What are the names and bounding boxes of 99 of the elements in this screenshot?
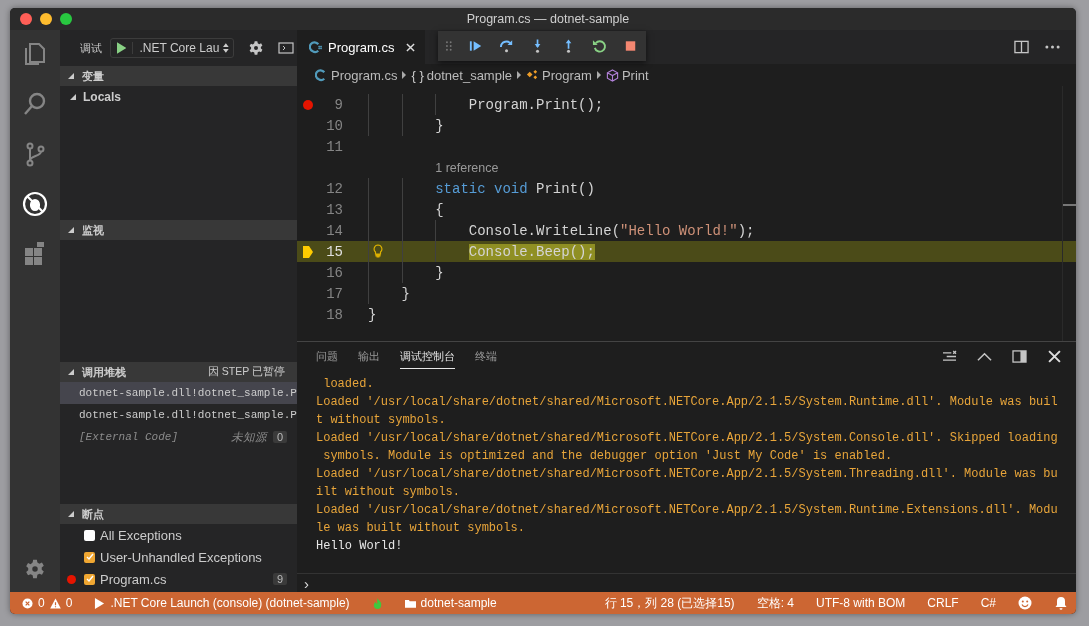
- section-header[interactable]: 断点: [60, 504, 297, 524]
- console-line: Hello World!: [316, 538, 404, 555]
- debug-icon[interactable]: [21, 190, 49, 218]
- maximize-panel-icon[interactable]: [1012, 349, 1027, 363]
- console-line: le was built without symbols.: [316, 520, 526, 537]
- smiley-icon[interactable]: [1018, 596, 1032, 610]
- panel-tab[interactable]: 终端: [475, 343, 497, 369]
- settings-icon[interactable]: [248, 40, 264, 56]
- section-header[interactable]: 变量: [60, 66, 297, 86]
- console-line: t without symbols.: [316, 412, 447, 429]
- console-line: Loaded '/usr/local/share/dotnet/shared/Microsoft.NETCore.App/2.1.5/System.Console.dll'. Skipped loading: [316, 430, 1059, 447]
- debug-label: 调试: [80, 40, 102, 56]
- editor-tab[interactable]: Program.cs: [297, 30, 426, 64]
- line-number: 9: [333, 96, 343, 113]
- line-ending-setting[interactable]: CRLF: [927, 596, 959, 610]
- line-number: 14: [325, 222, 343, 239]
- warning-icon: [49, 597, 61, 609]
- current-line-arrow-icon: [303, 245, 313, 258]
- code-line: }: [368, 306, 377, 323]
- panel-tab[interactable]: 输出: [358, 343, 380, 369]
- breakpoint-item[interactable]: All Exceptions: [60, 524, 297, 546]
- class-icon: [526, 68, 540, 82]
- lightbulb-icon[interactable]: [373, 244, 383, 258]
- window-title: Program.cs — dotnet-sample: [466, 12, 630, 26]
- launch-configuration[interactable]: .NET Core Launch (console) (dotnet-sample): [94, 596, 350, 610]
- folder-icon: [404, 597, 416, 609]
- line-number: 15: [325, 243, 343, 260]
- launch-configuration-select[interactable]: .NET Core Lau: [110, 38, 234, 58]
- code-line: }: [435, 117, 444, 134]
- drag-handle-icon[interactable]: [446, 40, 452, 52]
- continue-icon[interactable]: [467, 38, 483, 54]
- code-line: }: [435, 264, 444, 281]
- checkbox[interactable]: [84, 551, 95, 563]
- indentation-setting[interactable]: 空格: 4: [756, 594, 794, 612]
- breadcrumb-item[interactable]: Program: [526, 67, 592, 83]
- code-line: Program.Print();: [468, 96, 604, 113]
- cursor-position[interactable]: 行 15，列 28 (已选择15): [604, 594, 735, 612]
- stack-frame[interactable]: dotnet-sample.dll!dotnet_sample.P: [60, 382, 297, 404]
- line-number: 17: [325, 285, 343, 302]
- code-line: }: [401, 285, 410, 302]
- breakpoint-dot-icon: [67, 574, 76, 584]
- checkbox[interactable]: [84, 573, 95, 585]
- breakpoint-item[interactable]: Program.cs 9: [60, 568, 297, 590]
- console-line: ilt without symbols.: [316, 484, 462, 501]
- line-number: 18: [325, 306, 343, 323]
- chevron-right-icon: [596, 71, 601, 79]
- close-icon[interactable]: [1047, 349, 1062, 363]
- debug-console-icon[interactable]: [278, 40, 294, 56]
- stack-frame[interactable]: dotnet-sample.dll!dotnet_sample.P: [60, 404, 297, 426]
- window-minimize-button[interactable]: [40, 13, 52, 25]
- line-number: 13: [325, 201, 343, 218]
- csharp-file-icon: [309, 40, 322, 54]
- problems-indicator[interactable]: 0 0: [22, 596, 73, 610]
- cube-icon: [605, 68, 619, 82]
- breakpoint-dot-icon[interactable]: [303, 99, 313, 110]
- window-zoom-button[interactable]: [60, 13, 72, 25]
- code-line: {: [435, 201, 444, 218]
- restart-icon[interactable]: [591, 38, 607, 54]
- scrollbar[interactable]: [1062, 86, 1076, 341]
- section-header[interactable]: 监视: [60, 220, 297, 240]
- csharp-file-icon: [315, 68, 328, 82]
- language-mode[interactable]: C#: [980, 596, 996, 610]
- breadcrumb-item[interactable]: { } dotnet_sample: [411, 67, 513, 83]
- console-line: Loaded '/usr/local/share/dotnet/shared/Microsoft.NETCore.App/2.1.5/System.Threading.dll'. Module was bu: [316, 466, 1059, 483]
- console-line: Loaded '/usr/local/share/dotnet/shared/Microsoft.NETCore.App/2.1.5/System.Runtime.dll'. Module was buil: [316, 394, 1059, 411]
- code-line: static void Print(): [435, 180, 595, 197]
- checkbox[interactable]: [84, 529, 95, 541]
- clear-console-icon[interactable]: [942, 349, 957, 363]
- panel-tab[interactable]: 问题: [316, 343, 338, 369]
- breakpoint-item[interactable]: User-Unhandled Exceptions: [60, 546, 297, 568]
- line-number: 10: [325, 117, 343, 134]
- step-over-icon[interactable]: [498, 38, 514, 54]
- section-header[interactable]: 调用堆栈 因 STEP 已暂停: [60, 362, 297, 382]
- scope-item[interactable]: Locals: [60, 86, 297, 108]
- console-line: symbols. Module is optimized and the debugger option 'Just My Code' is enabled.: [322, 448, 894, 465]
- chevron-right-icon: [517, 71, 522, 79]
- code-line: Console.WriteLine("Hello World!");: [468, 222, 755, 239]
- split-editor-icon[interactable]: [1014, 40, 1029, 54]
- breadcrumb-item[interactable]: Program.cs: [315, 67, 398, 83]
- pause-reason: 因 STEP 已暂停: [207, 365, 285, 379]
- updown-caret-icon: [223, 42, 229, 54]
- close-icon[interactable]: [406, 42, 416, 52]
- namespace-icon: { }: [411, 67, 424, 83]
- stack-frame[interactable]: [External Code] 未知源 0: [60, 426, 297, 448]
- folder-indicator[interactable]: dotnet-sample: [404, 596, 497, 610]
- error-icon: [22, 597, 33, 609]
- line-number: 16: [325, 264, 343, 281]
- panel-tab[interactable]: 调试控制台: [400, 343, 455, 369]
- console-line: loaded.: [322, 376, 375, 393]
- bell-icon[interactable]: [1054, 596, 1068, 610]
- breadcrumb-item[interactable]: Print: [605, 67, 649, 83]
- line-number: 11: [325, 138, 343, 155]
- encoding-setting[interactable]: UTF-8 with BOM: [815, 596, 906, 610]
- console-line: Loaded '/usr/local/share/dotnet/shared/Microsoft.NETCore.App/2.1.5/System.Runtime.Extensions.dll'. Modu: [316, 502, 1059, 519]
- window-close-button[interactable]: [20, 13, 32, 25]
- code-lens[interactable]: 1 reference: [435, 160, 499, 175]
- line-number: 12: [325, 180, 343, 197]
- play-icon: [94, 597, 106, 609]
- chevron-right-icon: [402, 71, 407, 79]
